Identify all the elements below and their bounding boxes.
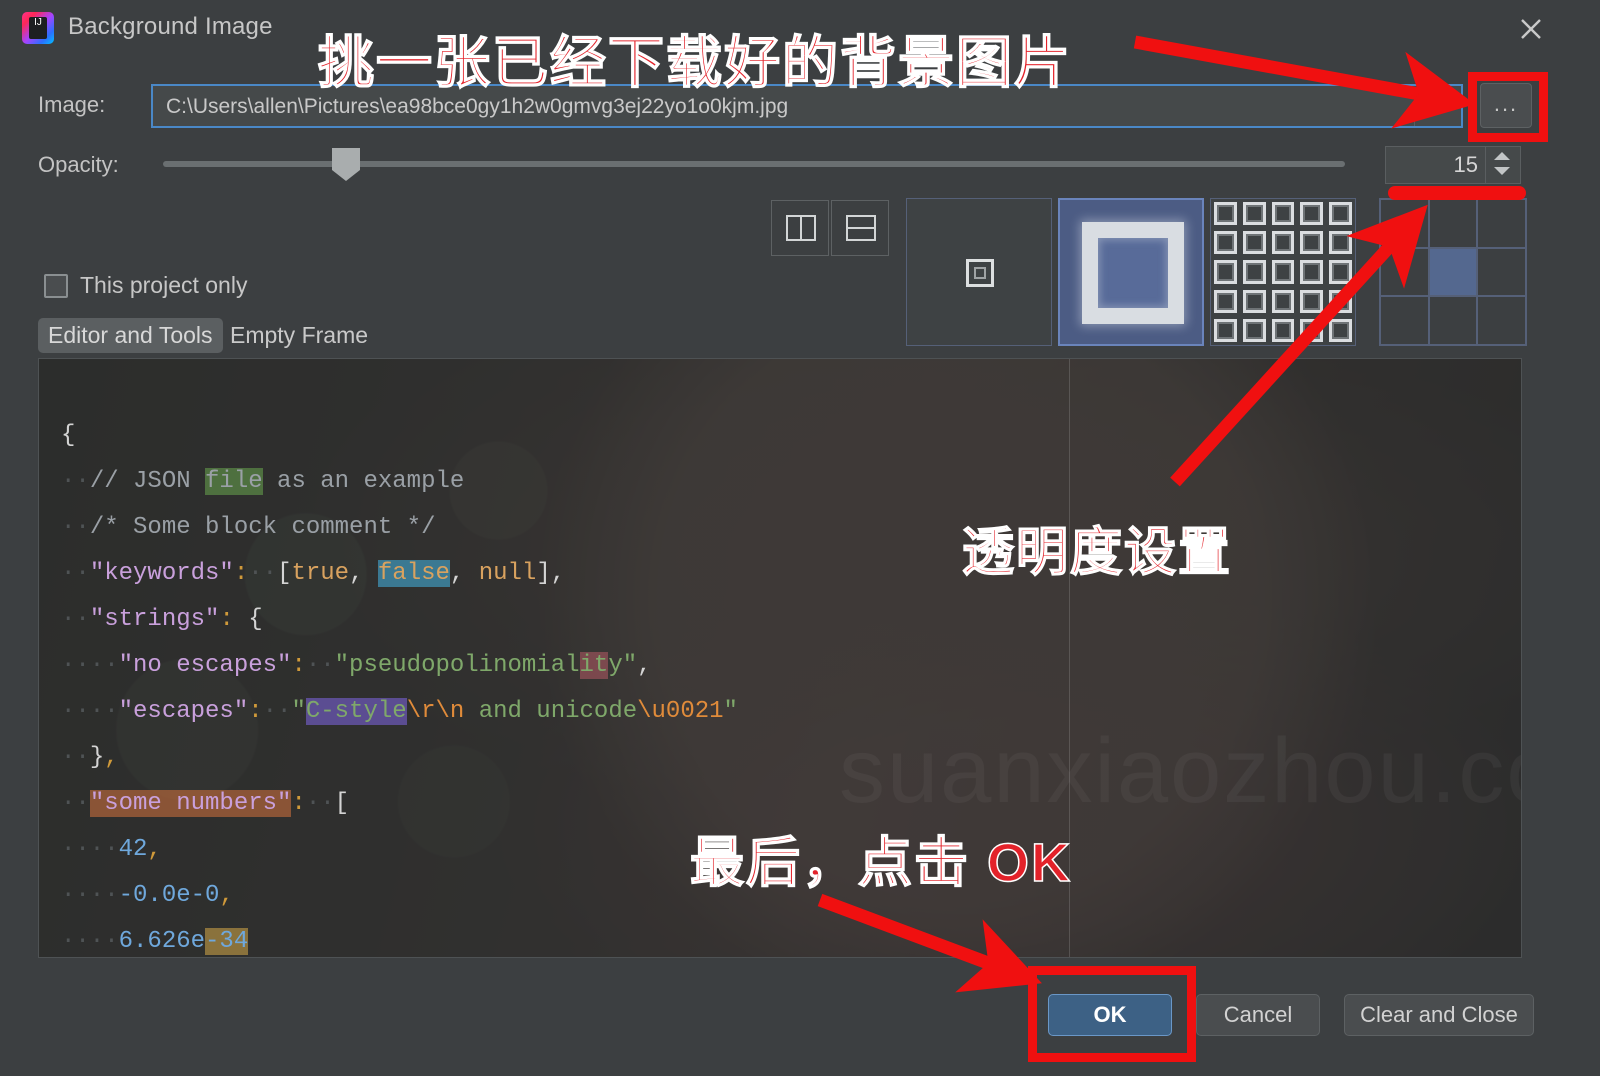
preview-code-sample: {··// JSON file as an example ··/* Some b… xyxy=(61,422,738,955)
anchor-cell-6[interactable] xyxy=(1380,296,1429,345)
annotation-bar-opacity xyxy=(1388,186,1526,200)
split-horizontal-icon[interactable] xyxy=(831,200,889,256)
tile-cell xyxy=(1329,318,1352,342)
tile-cell xyxy=(1242,289,1266,313)
opacity-spinner[interactable]: 15 xyxy=(1385,146,1521,184)
background-image-dialog: IJ Background Image Image: C:\Users\alle… xyxy=(0,0,1600,1076)
cancel-button[interactable]: Cancel xyxy=(1196,994,1320,1036)
opacity-label: Opacity: xyxy=(38,152,119,177)
annotation-box-browse xyxy=(1468,72,1548,142)
tile-cell xyxy=(1329,202,1352,226)
anchor-cell-3[interactable] xyxy=(1380,247,1429,297)
intellij-idea-icon: IJ xyxy=(22,12,54,44)
tile-cell xyxy=(1271,260,1295,284)
tile-cell xyxy=(1271,289,1295,313)
fill-tile-icon[interactable] xyxy=(1210,198,1356,346)
image-label: Image: xyxy=(38,92,106,117)
tile-cell xyxy=(1271,202,1295,226)
anchor-cell-4[interactable] xyxy=(1428,247,1478,297)
opacity-slider-thumb[interactable] xyxy=(332,148,360,181)
annotation-text-ok: 最后，点击 OK xyxy=(689,832,1073,894)
tile-cell xyxy=(1242,231,1266,255)
dialog-title: Background Image xyxy=(68,13,273,40)
this-project-only-label: This project only xyxy=(80,272,248,298)
tile-cell xyxy=(1214,318,1237,342)
tile-cell xyxy=(1300,231,1324,255)
tile-cell xyxy=(1300,289,1324,313)
anchor-position-grid[interactable] xyxy=(1379,198,1527,346)
tile-cell xyxy=(1271,231,1295,255)
tab-empty-frame[interactable]: Empty Frame xyxy=(220,318,378,353)
anchor-cell-7[interactable] xyxy=(1428,296,1478,345)
tile-cell xyxy=(1300,202,1324,226)
tile-cell xyxy=(1329,289,1352,313)
tile-cell xyxy=(1214,231,1237,255)
tile-cell xyxy=(1214,202,1237,226)
opacity-value: 15 xyxy=(1453,152,1478,177)
annotation-box-ok xyxy=(1028,966,1196,1062)
anchor-cell-5[interactable] xyxy=(1477,247,1526,297)
anchor-cell-2[interactable] xyxy=(1477,199,1526,248)
tile-cell xyxy=(1271,318,1295,342)
clear-and-close-button[interactable]: Clear and Close xyxy=(1344,994,1534,1036)
tile-cell xyxy=(1242,260,1266,284)
annotation-text-opacity: 透明度设置 xyxy=(961,523,1233,583)
tile-cell xyxy=(1300,318,1324,342)
anchor-cell-8[interactable] xyxy=(1477,296,1526,345)
preview-watermark: suanxiaozhou.com xyxy=(839,720,1521,822)
tile-cell xyxy=(1214,289,1237,313)
caret-down-icon[interactable] xyxy=(1494,167,1510,175)
tile-cell xyxy=(1329,260,1352,284)
annotation-text-top: 挑一张已经下载好的背景图片 xyxy=(317,30,1072,95)
anchor-cell-1[interactable] xyxy=(1428,199,1478,248)
split-vertical-icon[interactable] xyxy=(771,200,829,256)
tile-cell xyxy=(1242,318,1266,342)
anchor-cell-0[interactable] xyxy=(1380,199,1429,248)
fill-scale-icon[interactable] xyxy=(1058,198,1204,346)
tab-editor-and-tools[interactable]: Editor and Tools xyxy=(38,318,223,353)
tile-cell xyxy=(1329,231,1352,255)
chevron-down-icon[interactable] xyxy=(1414,88,1459,126)
caret-up-icon[interactable] xyxy=(1494,152,1510,160)
tile-cell xyxy=(1300,260,1324,284)
tile-cell xyxy=(1242,202,1266,226)
tile-cell xyxy=(1214,260,1237,284)
close-icon[interactable] xyxy=(1514,12,1548,46)
fill-center-icon[interactable] xyxy=(906,198,1052,346)
this-project-only-checkbox[interactable] xyxy=(44,274,68,298)
opacity-spinner-arrows[interactable] xyxy=(1485,147,1520,183)
